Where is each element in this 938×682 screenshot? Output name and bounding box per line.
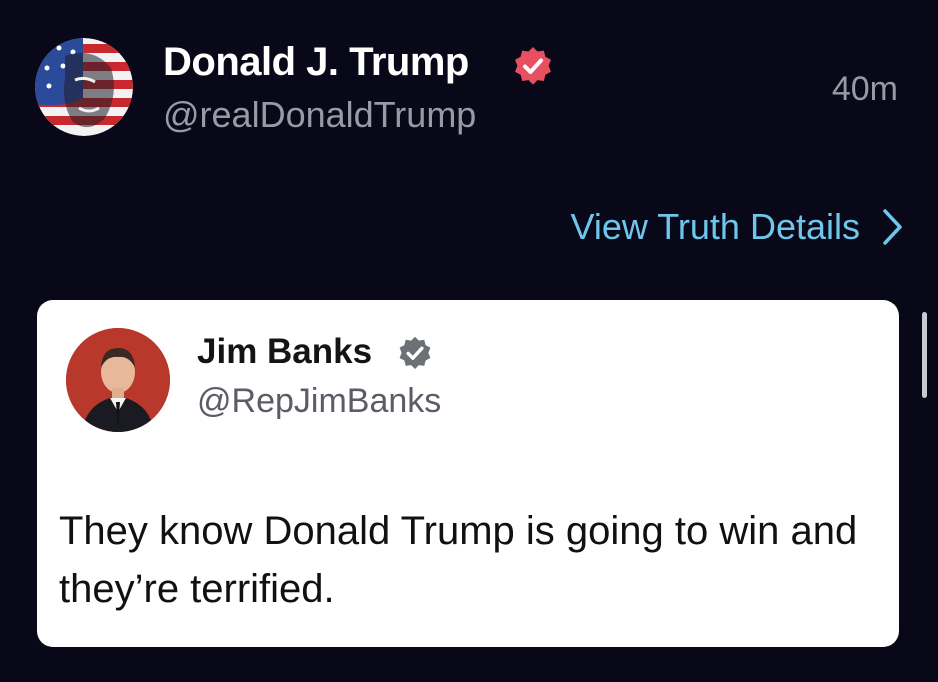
verified-badge-red-icon — [515, 47, 551, 85]
quoted-post-card[interactable]: Jim Banks @RepJimBanks They know Donald … — [37, 300, 899, 647]
chevron-right-icon — [883, 209, 902, 245]
author-handle[interactable]: @realDonaldTrump — [163, 94, 476, 136]
truth-post-screen: Donald J. Trump @realDonaldTrump 40m Vie… — [0, 0, 938, 682]
details-link-label: View Truth Details — [570, 206, 860, 247]
verified-badge-grey-icon — [399, 336, 431, 369]
author-name[interactable]: Donald J. Trump — [163, 40, 469, 85]
quoted-author-handle[interactable]: @RepJimBanks — [197, 382, 441, 421]
post-timestamp: 40m — [831, 70, 898, 108]
scrollbar-thumb[interactable] — [922, 312, 927, 398]
quoted-author-avatar[interactable] — [66, 328, 170, 432]
quoted-avatar-image — [66, 328, 170, 432]
quoted-author-name[interactable]: Jim Banks — [197, 332, 372, 372]
view-truth-details-link[interactable]: View Truth Details — [571, 206, 904, 248]
author-avatar-image — [35, 38, 133, 136]
author-avatar[interactable] — [35, 38, 133, 136]
quoted-post-text: They know Donald Trump is going to win a… — [59, 509, 858, 611]
